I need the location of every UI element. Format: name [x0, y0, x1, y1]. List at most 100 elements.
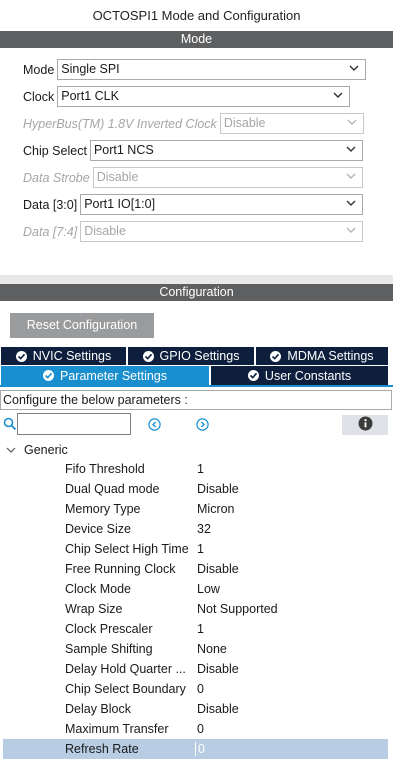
clock-value: Port1 CLK [61, 89, 119, 103]
chevron-down-icon [346, 227, 356, 235]
hyperbus-value: Disable [223, 116, 266, 130]
parameter-row[interactable]: Free Running Clock Disable [3, 559, 388, 579]
parameter-row[interactable]: Dual Quad mode Disable [3, 479, 388, 499]
config-section-header: Configuration [0, 284, 393, 301]
parameter-row-selected[interactable]: Refresh Rate 0 [3, 739, 388, 759]
param-name: Chip Select Boundary [65, 682, 186, 696]
param-value: Disable [197, 562, 239, 576]
group-label: Generic [24, 443, 68, 457]
parameter-row[interactable]: Delay Block Disable [3, 699, 388, 719]
tab-gpio-settings[interactable]: GPIO Settings [128, 347, 255, 365]
chevron-right-circle-icon[interactable] [196, 418, 209, 431]
param-name: Memory Type [65, 502, 141, 516]
param-name: Sample Shifting [65, 642, 153, 656]
tab-label: User Constants [264, 368, 352, 383]
data-low-select[interactable]: Port1 IO[1:0] [80, 194, 364, 215]
reset-configuration-button[interactable]: Reset Configuration [10, 313, 154, 338]
chevron-down-icon [6, 443, 24, 457]
info-button[interactable] [342, 415, 388, 435]
data-strobe-label: Data Strobe [23, 170, 90, 185]
mode-section-header: Mode [0, 31, 393, 48]
chip-select-field-row: Chip Select Port1 NCS [23, 140, 363, 161]
param-value: 1 [197, 622, 204, 636]
generic-group-header[interactable]: Generic [6, 442, 68, 458]
hyperbus-label: HyperBus(TM) 1.8V Inverted Clock [23, 116, 217, 131]
section-divider [0, 275, 393, 284]
chevron-down-icon [346, 200, 356, 208]
parameter-row[interactable]: Clock Prescaler 1 [3, 619, 388, 639]
param-value: Not Supported [197, 602, 278, 616]
param-name: Wrap Size [65, 602, 123, 616]
data-high-select: Disable [80, 221, 364, 242]
parameter-row[interactable]: Sample Shifting None [3, 639, 388, 659]
chevron-down-icon [347, 119, 357, 127]
param-name: Refresh Rate [65, 742, 139, 756]
data-high-value: Disable [84, 224, 126, 238]
parameter-row[interactable]: Chip Select Boundary 0 [3, 679, 388, 699]
parameter-row[interactable]: Delay Hold Quarter ... Disable [3, 659, 388, 679]
parameter-row[interactable]: Device Size 32 [3, 519, 388, 539]
chevron-down-icon [346, 146, 356, 154]
check-circle-icon [43, 370, 54, 381]
parameter-row[interactable]: Memory Type Micron [3, 499, 388, 519]
param-value: 32 [197, 522, 211, 536]
parameter-row[interactable]: Chip Select High Time 1 [3, 539, 388, 559]
tab-mdma-settings[interactable]: MDMA Settings [256, 347, 389, 365]
chip-select-value: Port1 NCS [93, 143, 154, 157]
tab-label: MDMA Settings [287, 349, 374, 363]
param-value: 1 [197, 462, 204, 476]
mode-label: Mode [23, 62, 55, 77]
hyperbus-field-row: HyperBus(TM) 1.8V Inverted Clock Disable [23, 113, 364, 134]
param-name: Dual Quad mode [65, 482, 160, 496]
data-strobe-field-row: Data Strobe Disable [23, 167, 363, 188]
param-value: Disable [197, 662, 239, 676]
param-value: 1 [197, 542, 204, 556]
param-value: Disable [197, 482, 239, 496]
param-name: Free Running Clock [65, 562, 176, 576]
data-high-label: Data [7:4] [23, 224, 78, 239]
mode-select[interactable]: Single SPI [57, 59, 367, 80]
chip-select-select[interactable]: Port1 NCS [89, 140, 363, 161]
chevron-left-circle-icon[interactable] [148, 418, 161, 431]
param-value: 0 [197, 722, 204, 736]
clock-select[interactable]: Port1 CLK [57, 86, 351, 107]
chip-select-label: Chip Select [23, 143, 87, 158]
tab-parameter-settings[interactable]: Parameter Settings [1, 366, 210, 385]
param-name: Maximum Transfer [65, 722, 169, 736]
check-circle-icon [142, 350, 154, 362]
param-name: Delay Block [65, 702, 131, 716]
data-strobe-select: Disable [92, 167, 363, 188]
param-value: Disable [197, 702, 239, 716]
tab-user-constants[interactable]: User Constants [211, 366, 389, 385]
data-high-field-row: Data [7:4] Disable [23, 221, 364, 242]
hyperbus-select: Disable [219, 113, 364, 134]
data-low-field-row: Data [3:0] Port1 IO[1:0] [23, 194, 364, 215]
chevron-down-icon [333, 92, 343, 100]
chevron-down-icon [346, 173, 356, 181]
tab-label: Parameter Settings [60, 368, 167, 383]
search-input[interactable] [17, 413, 131, 435]
parameter-row[interactable]: Fifo Threshold 1 [3, 459, 388, 479]
check-circle-icon [247, 370, 259, 381]
info-icon [358, 416, 373, 434]
chevron-down-icon [349, 65, 359, 73]
configure-instruction: Configure the below parameters : [0, 390, 392, 410]
mode-field-row: Mode Single SPI [23, 59, 367, 80]
param-name: Device Size [65, 522, 131, 536]
data-low-label: Data [3:0] [23, 197, 78, 212]
parameter-row[interactable]: Maximum Transfer 0 [3, 719, 388, 739]
param-name: Clock Mode [65, 582, 131, 596]
param-value: None [197, 642, 227, 656]
mode-value: Single SPI [61, 62, 120, 76]
data-low-value: Port1 IO[1:0] [84, 197, 156, 211]
clock-field-row: Clock Port1 CLK [23, 86, 351, 107]
param-name: Fifo Threshold [65, 462, 145, 476]
parameter-row[interactable]: Clock Mode Low [3, 579, 388, 599]
clock-label: Clock [23, 89, 55, 104]
param-value-input[interactable]: 0 [195, 742, 205, 756]
param-value: 0 [197, 682, 204, 696]
parameter-row[interactable]: Wrap Size Not Supported [3, 599, 388, 619]
param-name: Clock Prescaler [65, 622, 153, 636]
param-value: Low [197, 582, 220, 596]
tab-nvic-settings[interactable]: NVIC Settings [1, 347, 127, 365]
